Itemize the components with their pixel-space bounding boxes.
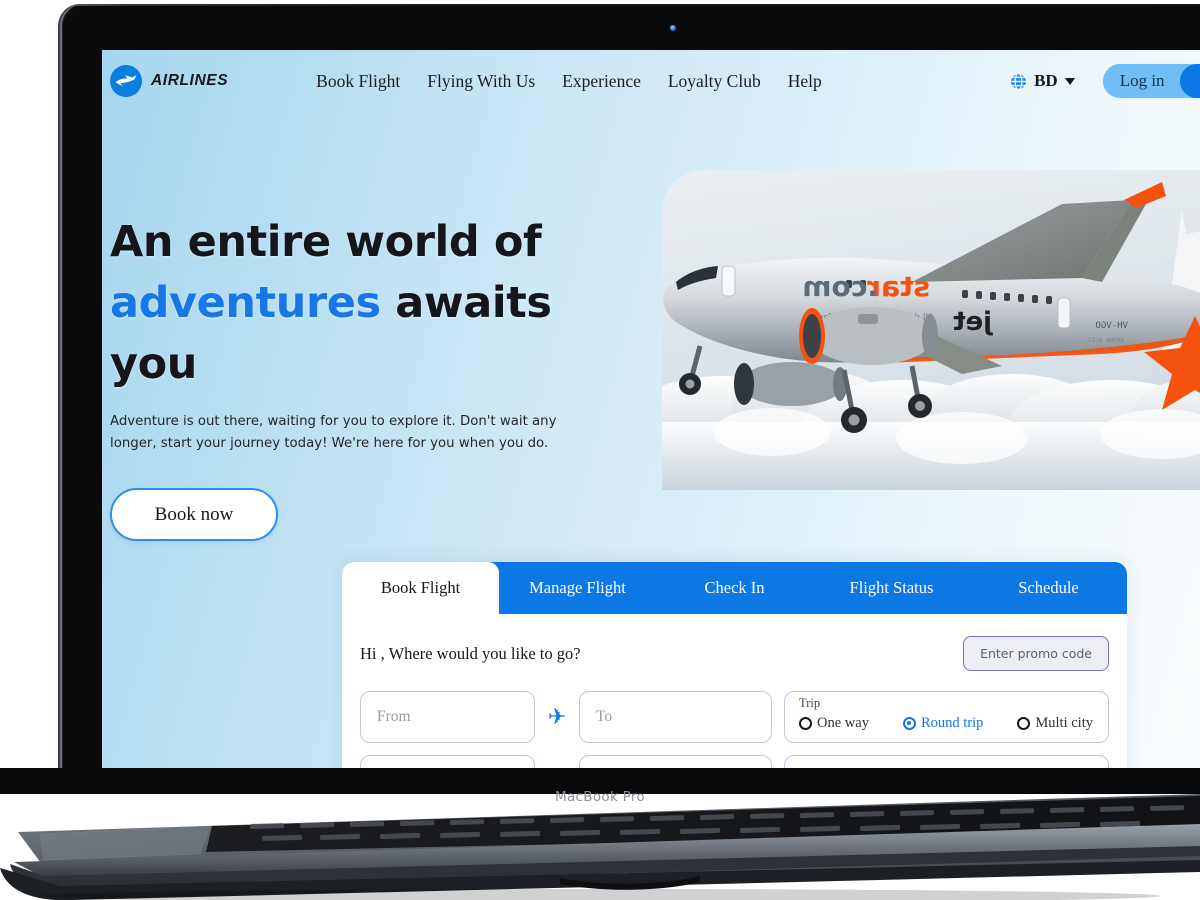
- brand-name: AIRLINES: [151, 72, 229, 89]
- from-placeholder: From: [377, 708, 411, 725]
- globe-icon: [1009, 72, 1028, 90]
- radio-icon: [799, 716, 812, 730]
- nav-item-help[interactable]: Help: [788, 71, 822, 92]
- radio-one-way-label: One way: [817, 714, 869, 731]
- chevron-down-icon: [1064, 77, 1075, 85]
- hero-headline: An entire world of adventures awaits you: [110, 212, 650, 395]
- brand-logo[interactable]: AIRLINES: [110, 65, 228, 97]
- tab-schedule[interactable]: Schedule: [970, 562, 1127, 614]
- trip-type-group: Trip One way Round trip Multi city: [784, 691, 1109, 743]
- lid-top-edge: [62, 4, 1200, 6]
- radio-round-trip-label: Round trip: [920, 714, 984, 731]
- navbar-right: BD Log in Sign up: [1009, 62, 1200, 100]
- laptop-lid: AIRLINES Book Flight Flying With Us Expe…: [62, 4, 1200, 786]
- browser-screen: AIRLINES Book Flight Flying With Us Expe…: [102, 50, 1200, 776]
- trip-options: One way Round trip Multi city: [799, 715, 1094, 732]
- book-now-button[interactable]: Book now: [110, 488, 278, 542]
- booking-panel: Book Flight Manage Flight Check In Fligh…: [342, 562, 1127, 776]
- greeting-text: Hi , Where would you like to go?: [360, 643, 581, 663]
- hero-subtitle: Adventure is out there, waiting for you …: [110, 414, 557, 451]
- radio-multi-city[interactable]: Multi city: [1017, 715, 1093, 732]
- hero-section: jet: [102, 112, 1200, 542]
- nav-item-flying-with-us[interactable]: Flying With Us: [427, 71, 535, 92]
- language-selector[interactable]: BD: [1009, 71, 1075, 91]
- language-code: BD: [1034, 71, 1058, 90]
- svg-text:AHUNA ALOI: AHUNA ALOI: [1087, 337, 1124, 344]
- signup-button[interactable]: Sign up: [1179, 64, 1200, 98]
- to-placeholder: To: [596, 708, 613, 725]
- login-button[interactable]: Log in: [1103, 64, 1180, 98]
- tab-manage-flight[interactable]: Manage Flight: [499, 562, 656, 614]
- radio-icon-selected: [902, 716, 916, 730]
- trip-label: Trip: [799, 696, 821, 710]
- greeting-row: Hi , Where would you like to go? Enter p…: [360, 636, 1109, 671]
- hero-headline-accent: adventures: [110, 278, 381, 329]
- nav-item-book-flight[interactable]: Book Flight: [316, 71, 400, 92]
- origin-destination-row: From ✈ To Trip One way Round trip Multi …: [360, 691, 1109, 743]
- booking-tabs: Book Flight Manage Flight Check In Fligh…: [342, 562, 1127, 614]
- from-input[interactable]: From: [360, 691, 535, 743]
- nav-item-loyalty-club[interactable]: Loyalty Club: [668, 71, 761, 92]
- radio-multi-city-label: Multi city: [1035, 714, 1093, 731]
- bird-swoosh-icon: [110, 65, 142, 97]
- nav-item-experience[interactable]: Experience: [562, 71, 641, 92]
- hero-headline-line1: An entire world of: [110, 217, 542, 267]
- radio-icon: [1017, 716, 1031, 730]
- nav-links: Book Flight Flying With Us Experience Lo…: [316, 71, 822, 92]
- svg-text:.com: .com: [802, 270, 878, 303]
- promo-code-button[interactable]: Enter promo code: [963, 636, 1109, 671]
- laptop-base: [0, 768, 1200, 900]
- to-input[interactable]: To: [579, 691, 772, 743]
- airplane-icon[interactable]: ✈: [547, 706, 567, 728]
- tab-book-flight[interactable]: Book Flight: [342, 562, 499, 614]
- tab-flight-status[interactable]: Flight Status: [813, 562, 970, 614]
- macbook-model-label: MacBook Pro: [555, 789, 645, 805]
- booking-form: Hi , Where would you like to go? Enter p…: [342, 614, 1127, 776]
- webcam-icon: [670, 25, 676, 31]
- radio-round-trip[interactable]: Round trip: [902, 714, 984, 732]
- radio-one-way[interactable]: One way: [799, 715, 869, 732]
- auth-buttons: Log in Sign up: [1100, 62, 1200, 100]
- top-navbar: AIRLINES Book Flight Flying With Us Expe…: [102, 50, 1200, 112]
- svg-text:jet: jet: [953, 307, 993, 337]
- mockup-stage: AIRLINES Book Flight Flying With Us Expe…: [0, 0, 1200, 900]
- svg-text:VH-VGO: VH-VGO: [1095, 321, 1128, 331]
- tab-check-in[interactable]: Check In: [656, 562, 813, 614]
- hero-airplane-photo: jet: [662, 170, 1200, 490]
- hero-copy: An entire world of adventures awaits you…: [110, 212, 650, 542]
